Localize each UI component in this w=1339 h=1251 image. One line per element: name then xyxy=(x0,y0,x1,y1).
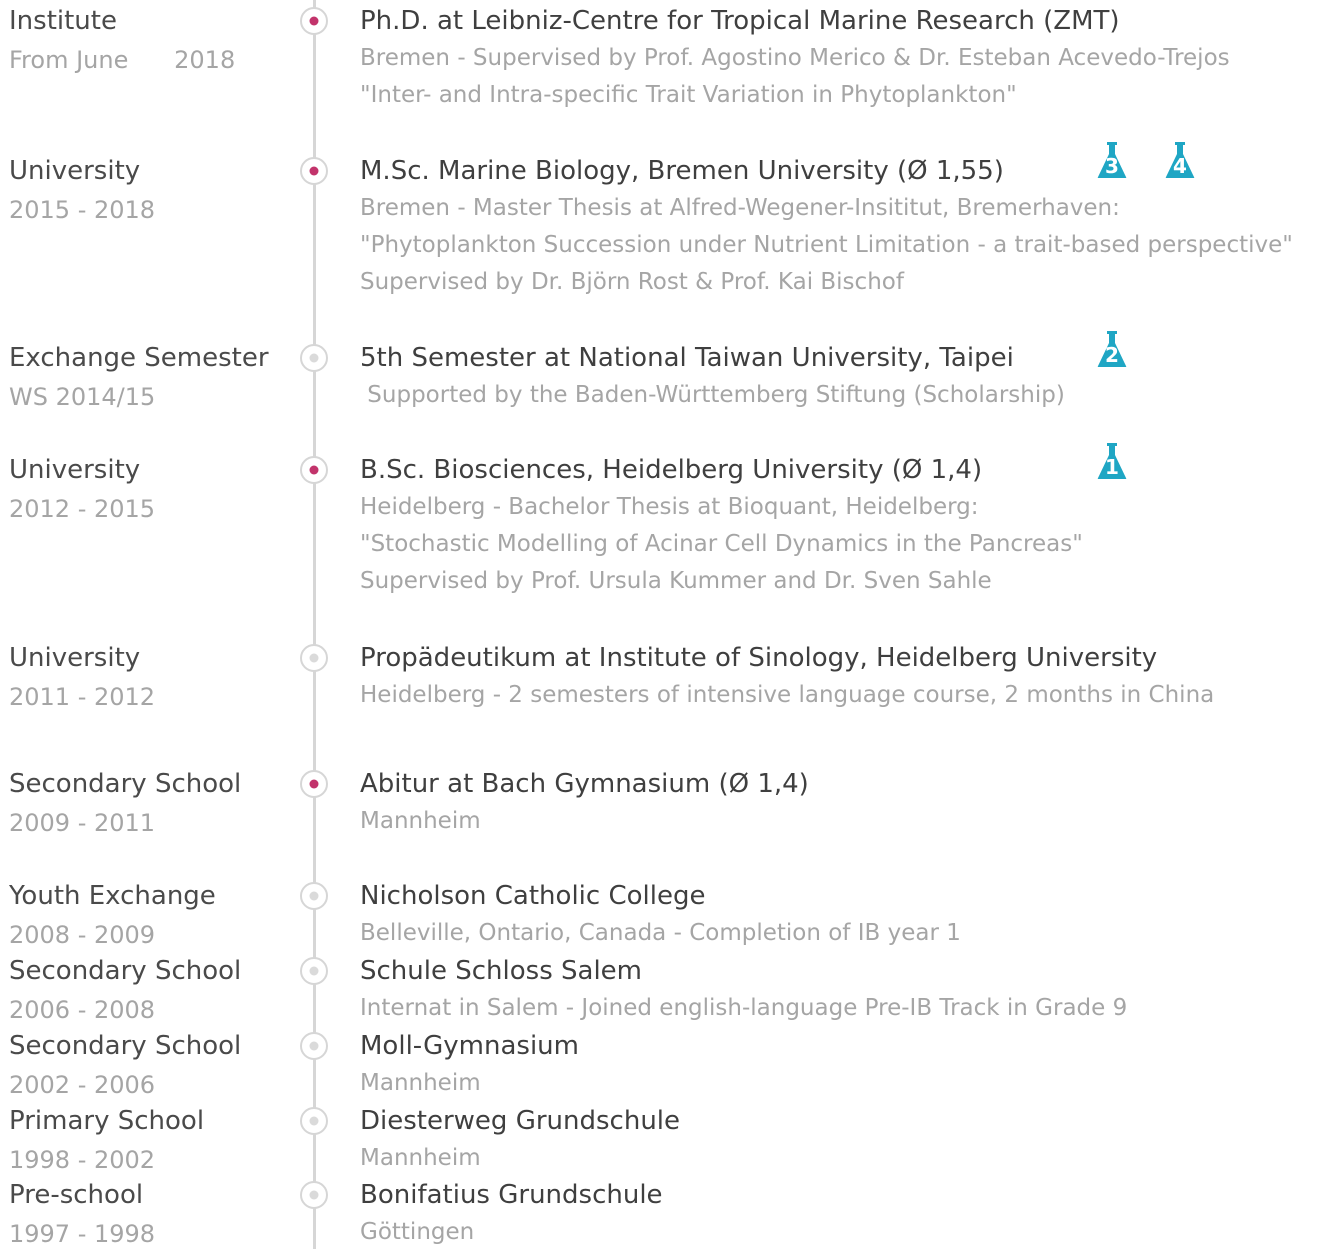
entry-date: 1997 - 1998 xyxy=(9,1220,156,1248)
entry-label: Primary School xyxy=(9,1106,205,1136)
entry-description-line: Supervised by Dr. Björn Rost & Prof. Kai… xyxy=(360,269,904,295)
timeline-dot-icon xyxy=(300,157,328,185)
timeline-line xyxy=(313,0,316,1249)
entry-label: University xyxy=(9,156,141,186)
entry-date: 2006 - 2008 xyxy=(9,996,156,1024)
entry-left-col: University 2011 - 2012 xyxy=(9,642,299,713)
flask-badge-number: 2 xyxy=(1105,343,1119,367)
timeline-dot-icon xyxy=(300,456,328,484)
timeline-dot-icon xyxy=(300,344,328,372)
entry-description-line: Heidelberg - 2 semesters of intensive la… xyxy=(360,682,1215,708)
entry-left-col: Exchange Semester WS 2014/15 xyxy=(9,342,299,413)
entry-description-line: Supported by the Baden-Württemberg Stift… xyxy=(360,382,1065,408)
entry-date: 2009 - 2011 xyxy=(9,809,156,837)
entry-description-line: Mannheim xyxy=(360,1145,481,1171)
entry-description-line: "Phytoplankton Succession under Nutrient… xyxy=(360,232,1293,258)
entry-description-line: Göttingen xyxy=(360,1219,475,1245)
entry-title: 5th Semester at National Taiwan Universi… xyxy=(360,343,1014,373)
entry-description-line: Internat in Salem - Joined english-langu… xyxy=(360,995,1128,1021)
entry-title: Schule Schloss Salem xyxy=(360,956,642,986)
entry-right-col: Abitur at Bach Gymnasium (Ø 1,4) Mannhei… xyxy=(360,768,1335,840)
entry-left-col: Pre-school 1997 - 1998 xyxy=(9,1179,299,1250)
entry-date: 2015 - 2018 xyxy=(9,196,156,224)
entry-left-col: Institute From June 2018 xyxy=(9,5,299,76)
entry-title: Abitur at Bach Gymnasium (Ø 1,4) xyxy=(360,769,809,799)
flask-icon[interactable]: 3 xyxy=(1097,141,1127,179)
entry-label: Exchange Semester xyxy=(9,343,269,373)
entry-left-col: Secondary School 2009 - 2011 xyxy=(9,768,299,839)
entry-date: 2002 - 2006 xyxy=(9,1071,156,1099)
entry-label: Secondary School xyxy=(9,769,242,799)
flask-badge-number: 3 xyxy=(1105,154,1119,178)
entry-title: Diesterweg Grundschule xyxy=(360,1106,681,1136)
entry-right-col: Ph.D. at Leibniz-Centre for Tropical Mar… xyxy=(360,5,1335,114)
entry-description-line: Heidelberg - Bachelor Thesis at Bioquant… xyxy=(360,494,979,520)
entry-title: Ph.D. at Leibniz-Centre for Tropical Mar… xyxy=(360,6,1120,36)
entry-description-line: "Inter- and Intra-specific Trait Variati… xyxy=(360,82,1017,108)
entry-description-line: "Stochastic Modelling of Acinar Cell Dyn… xyxy=(360,531,1083,557)
entry-title: Propädeutikum at Institute of Sinology, … xyxy=(360,643,1158,673)
entry-description-line: Supervised by Prof. Ursula Kummer and Dr… xyxy=(360,568,992,594)
entry-date: 2011 - 2012 xyxy=(9,683,156,711)
entry-right-col: Propädeutikum at Institute of Sinology, … xyxy=(360,642,1335,714)
entry-right-col: Schule Schloss Salem Internat in Salem -… xyxy=(360,955,1335,1027)
timeline-dot-icon xyxy=(300,882,328,910)
entry-date: From June 2018 xyxy=(9,46,236,74)
entry-left-col: Youth Exchange 2008 - 2009 xyxy=(9,880,299,951)
entry-label: Youth Exchange xyxy=(9,881,216,911)
entry-title: Nicholson Catholic College xyxy=(360,881,706,911)
entry-label: Pre-school xyxy=(9,1180,144,1210)
entry-description-line: Mannheim xyxy=(360,1070,481,1096)
entry-right-col: B.Sc. Biosciences, Heidelberg University… xyxy=(360,454,1335,600)
timeline-dot-icon xyxy=(300,1107,328,1135)
flask-badge-number: 4 xyxy=(1173,154,1187,178)
entry-label: Secondary School xyxy=(9,956,242,986)
entry-right-col: 5th Semester at National Taiwan Universi… xyxy=(360,342,1335,414)
timeline-dot-icon xyxy=(300,1181,328,1209)
entry-description-line: Bremen - Master Thesis at Alfred-Wegener… xyxy=(360,195,1120,221)
flask-badge-number: 1 xyxy=(1105,455,1119,479)
entry-left-col: University 2012 - 2015 xyxy=(9,454,299,525)
flask-icon[interactable]: 1 xyxy=(1097,442,1127,480)
entry-left-col: University 2015 - 2018 xyxy=(9,155,299,226)
entry-label: University xyxy=(9,455,141,485)
entry-date: 2008 - 2009 xyxy=(9,921,156,949)
timeline-dot-icon xyxy=(300,770,328,798)
timeline-dot-icon xyxy=(300,7,328,35)
entry-description-line: Belleville, Ontario, Canada - Completion… xyxy=(360,920,961,946)
entry-title: B.Sc. Biosciences, Heidelberg University… xyxy=(360,455,983,485)
timeline-dot-icon xyxy=(300,1032,328,1060)
entry-description-line: Bremen - Supervised by Prof. Agostino Me… xyxy=(360,45,1230,71)
entry-date: WS 2014/15 xyxy=(9,383,156,411)
entry-description-line: Mannheim xyxy=(360,808,481,834)
entry-right-col: Diesterweg Grundschule Mannheim xyxy=(360,1105,1335,1177)
entry-right-col: Nicholson Catholic College Belleville, O… xyxy=(360,880,1335,952)
entry-label: Institute xyxy=(9,6,117,36)
entry-right-col: Bonifatius Grundschule Göttingen xyxy=(360,1179,1335,1251)
timeline-dot-icon xyxy=(300,957,328,985)
entry-right-col: Moll-Gymnasium Mannheim xyxy=(360,1030,1335,1102)
flask-icon[interactable]: 2 xyxy=(1097,330,1127,368)
entry-title: Moll-Gymnasium xyxy=(360,1031,579,1061)
entry-left-col: Secondary School 2006 - 2008 xyxy=(9,955,299,1026)
timeline-dot-icon xyxy=(300,644,328,672)
entry-left-col: Secondary School 2002 - 2006 xyxy=(9,1030,299,1101)
entry-date: 2012 - 2015 xyxy=(9,495,156,523)
entry-label: Secondary School xyxy=(9,1031,242,1061)
entry-date: 1998 - 2002 xyxy=(9,1146,156,1174)
entry-left-col: Primary School 1998 - 2002 xyxy=(9,1105,299,1176)
entry-title: Bonifatius Grundschule xyxy=(360,1180,663,1210)
flask-icon[interactable]: 4 xyxy=(1165,141,1195,179)
entry-label: University xyxy=(9,643,141,673)
